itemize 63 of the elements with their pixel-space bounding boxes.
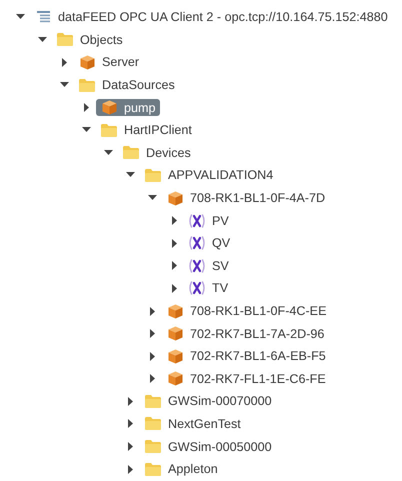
tree-node[interactable]: GWSim-00050000 bbox=[140, 438, 276, 455]
node-label: SV bbox=[212, 258, 229, 273]
tree-node[interactable]: 702-RK7-BL1-6A-EB-F5 bbox=[162, 348, 330, 365]
node-label: GWSim-00050000 bbox=[168, 440, 272, 454]
tree-node[interactable]: Server bbox=[74, 54, 144, 71]
tree-node[interactable]: 702-RK7-FL1-1E-C6-FE bbox=[162, 370, 330, 388]
folder-icon bbox=[145, 462, 161, 476]
node-label: 708-RK1-BL1-0F-4C-EE bbox=[190, 304, 326, 318]
tree-node[interactable]: 708-RK1-BL1-0F-4A-7D bbox=[162, 190, 330, 207]
node-label: QV bbox=[212, 236, 230, 250]
node-label: HartIPClient bbox=[124, 123, 192, 138]
tree-node[interactable]: 702-RK7-BL1-7A-2D-96 bbox=[162, 325, 328, 342]
variable-icon bbox=[188, 236, 206, 250]
node-label: Server bbox=[102, 55, 140, 70]
node-label: APPVALIDATION4 bbox=[168, 168, 274, 182]
variable-icon bbox=[188, 214, 206, 228]
folder-icon bbox=[79, 78, 95, 92]
tree-node[interactable]: 708-RK1-BL1-0F-4C-EE bbox=[162, 302, 330, 320]
tree-node[interactable]: DataSources bbox=[74, 77, 179, 94]
tree-node[interactable]: Devices bbox=[118, 144, 195, 161]
folder-icon bbox=[123, 146, 139, 160]
folder-icon bbox=[57, 33, 73, 46]
folder-icon bbox=[145, 168, 161, 182]
node-label: Devices bbox=[146, 146, 191, 160]
node-label: dataFEED OPC UA Client 2 - opc.tcp://10.164.75.152:4880 bbox=[58, 10, 388, 24]
cube-icon bbox=[168, 371, 182, 386]
node-label: PV bbox=[212, 214, 229, 228]
node-label: Objects bbox=[80, 32, 123, 47]
node-label: Appleton bbox=[168, 462, 218, 476]
cube-icon bbox=[168, 304, 182, 319]
cube-icon bbox=[168, 348, 182, 364]
node-label: GWSim-00070000 bbox=[168, 394, 272, 408]
folder-icon bbox=[101, 124, 117, 137]
cube-icon bbox=[102, 100, 116, 116]
folder-icon bbox=[145, 417, 161, 430]
folder-icon bbox=[145, 440, 161, 454]
tree-node[interactable]: HartIPClient bbox=[96, 122, 196, 138]
folder-icon bbox=[145, 394, 161, 408]
node-label: 702-RK7-BL1-7A-2D-96 bbox=[190, 326, 324, 341]
tree-node[interactable]: TV bbox=[184, 280, 232, 296]
cube-icon bbox=[168, 326, 182, 342]
variable-icon bbox=[188, 281, 206, 296]
variable-icon bbox=[188, 258, 206, 273]
tree-node[interactable]: dataFEED OPC UA Client 2 - opc.tcp://10.164.75.152:4880 bbox=[30, 9, 392, 26]
node-label: TV bbox=[212, 281, 228, 296]
node-label: NextGenTest bbox=[168, 416, 241, 431]
node-label: 702-RK7-FL1-1E-C6-FE bbox=[190, 372, 326, 386]
tree-node[interactable]: pump bbox=[96, 99, 160, 116]
cube-icon bbox=[80, 54, 94, 70]
tree-node[interactable]: PV bbox=[184, 212, 233, 229]
node-label: 702-RK7-BL1-6A-EB-F5 bbox=[190, 349, 326, 364]
tree-node[interactable]: QV bbox=[184, 235, 234, 252]
tree-node[interactable]: APPVALIDATION4 bbox=[140, 167, 278, 184]
node-label: DataSources bbox=[102, 78, 175, 92]
tree-node[interactable]: NextGenTest bbox=[140, 416, 245, 432]
tree-node[interactable]: Objects bbox=[52, 32, 127, 48]
tree-node[interactable]: Appleton bbox=[140, 461, 222, 478]
tree-node[interactable]: GWSim-00070000 bbox=[140, 393, 276, 410]
node-label: 708-RK1-BL1-0F-4A-7D bbox=[190, 191, 326, 206]
server-list-icon bbox=[36, 10, 50, 24]
cube-icon bbox=[168, 190, 182, 206]
node-label: pump bbox=[124, 100, 156, 115]
tree-node[interactable]: SV bbox=[184, 258, 233, 274]
